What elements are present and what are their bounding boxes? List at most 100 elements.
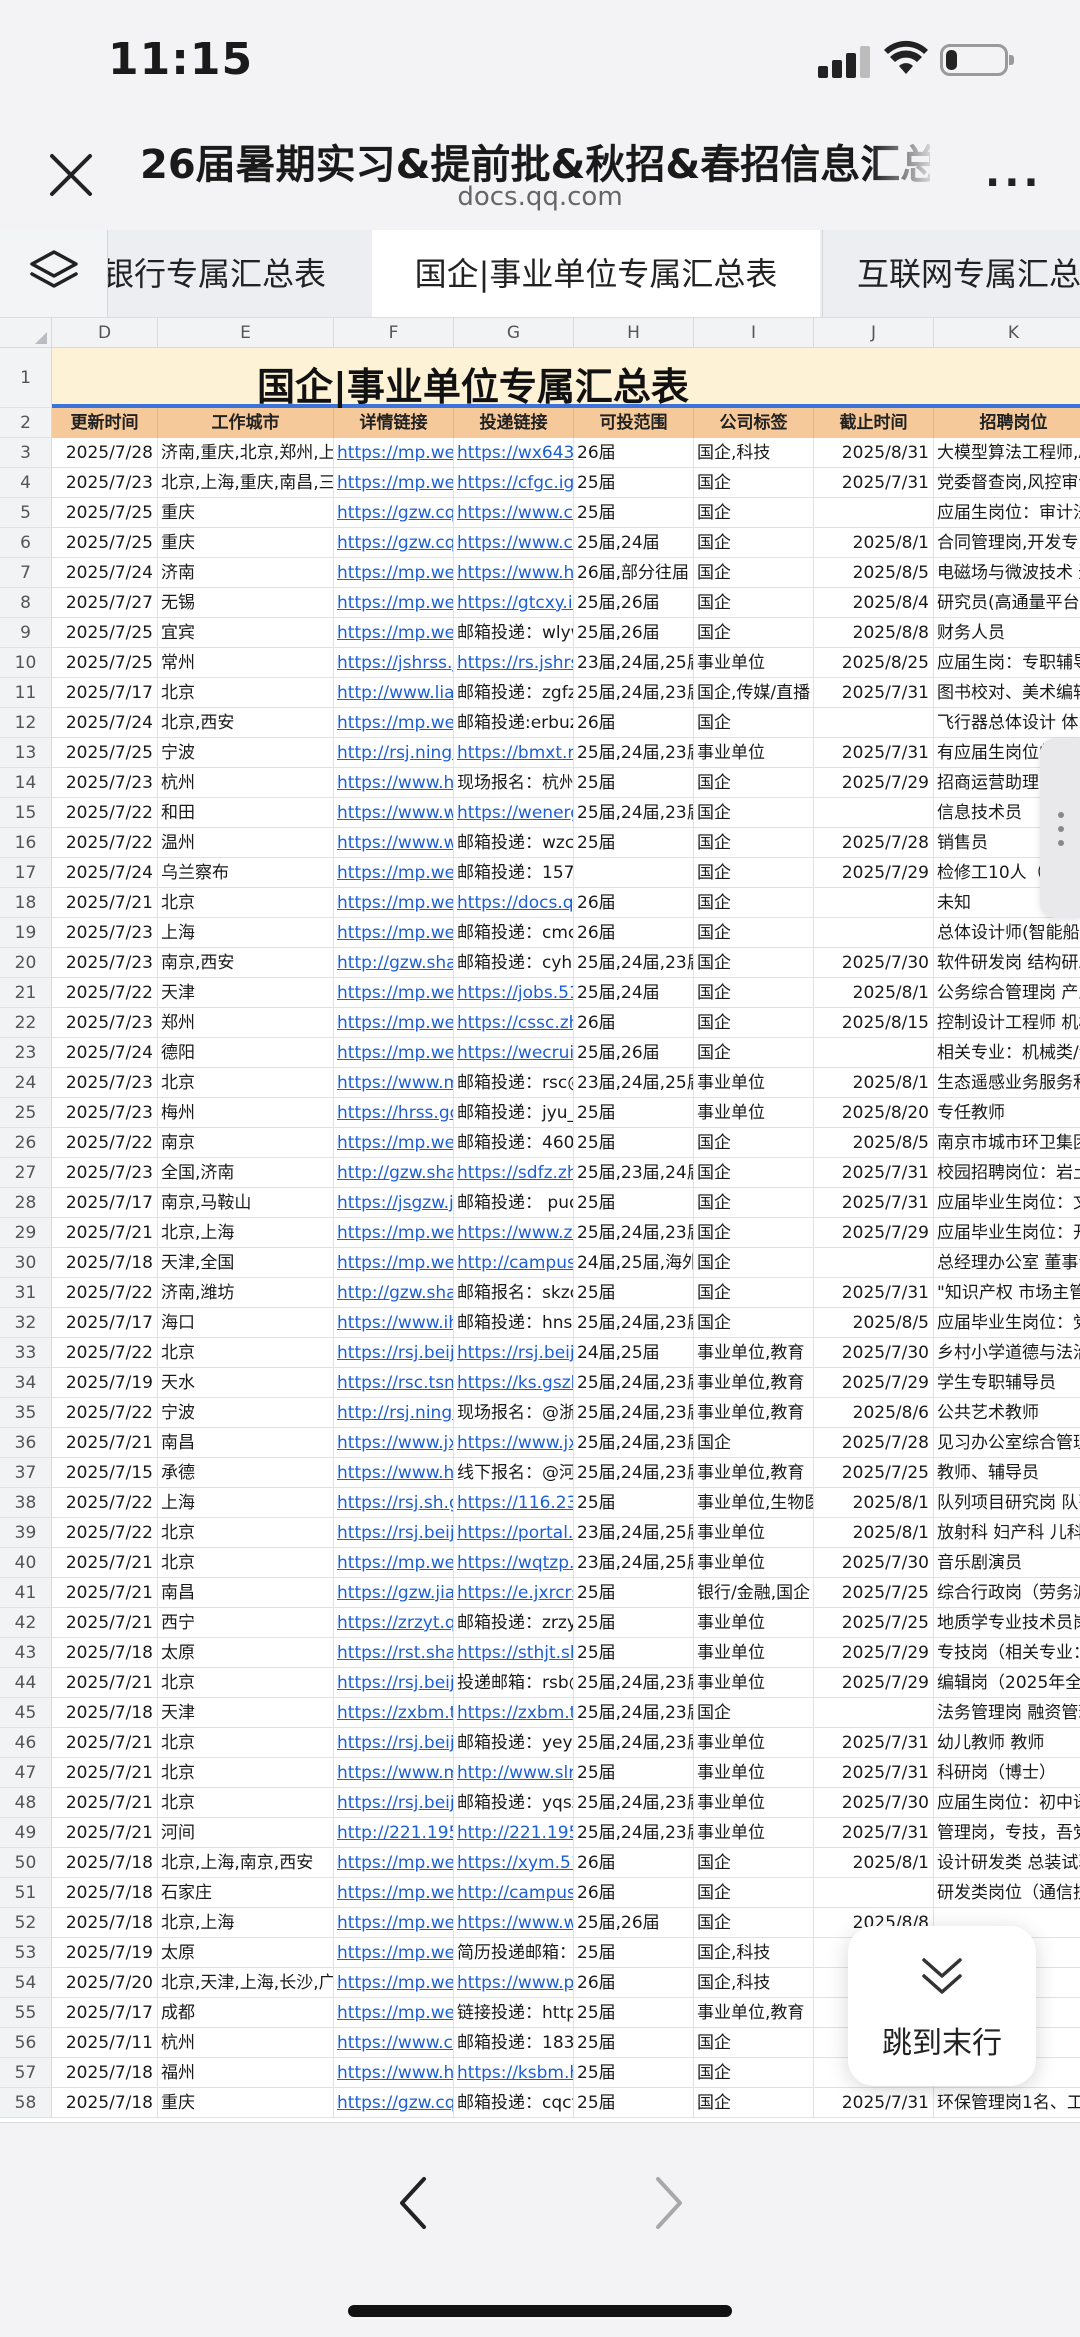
table-cell-deadline[interactable] xyxy=(814,1248,934,1278)
table-cell-apply[interactable]: https://jobs.51jo xyxy=(454,978,574,1008)
table-cell-detail[interactable]: https://www.cnc xyxy=(334,2028,454,2058)
header-cell[interactable]: 公司标签 xyxy=(694,408,814,438)
table-cell-deadline[interactable]: 2025/7/25 xyxy=(814,1578,934,1608)
table-cell-deadline[interactable]: 2025/8/5 xyxy=(814,558,934,588)
table-cell-city[interactable]: 成都 xyxy=(158,1998,334,2028)
table-row[interactable]: 2025/7/23郑州https://mp.weixinhttps://cssc… xyxy=(52,1008,1080,1038)
table-cell-range[interactable]: 25届 xyxy=(574,1638,694,1668)
row-number[interactable]: 2 xyxy=(0,408,52,438)
row-number[interactable]: 18 xyxy=(0,888,52,918)
table-cell-post[interactable]: 乡村小学道德与法治 xyxy=(934,1338,1080,1368)
table-cell-deadline[interactable]: 2025/7/31 xyxy=(814,1818,934,1848)
table-cell-detail[interactable]: https://www.mo xyxy=(334,1758,454,1788)
table-row[interactable]: 2025/7/22和田https://www.werhttps://wenerg… xyxy=(52,798,1080,828)
row-number[interactable]: 55 xyxy=(0,1998,52,2028)
table-cell-detail[interactable]: http://gzw.shan xyxy=(334,948,454,978)
table-cell-post[interactable]: 放射科 妇产科 儿科 xyxy=(934,1518,1080,1548)
row-number[interactable]: 20 xyxy=(0,948,52,978)
table-cell-tag[interactable]: 事业单位 xyxy=(694,1728,814,1758)
table-cell-city[interactable]: 重庆 xyxy=(158,2088,334,2118)
row-number[interactable]: 3 xyxy=(0,438,52,468)
table-cell-deadline[interactable]: 2025/7/29 xyxy=(814,1668,934,1698)
table-cell-detail[interactable]: https://www.mo xyxy=(334,1068,454,1098)
table-cell-tag[interactable]: 事业单位,教育 xyxy=(694,1998,814,2028)
table-row[interactable]: 2025/7/21南昌https://www.jxrchttps://www.j… xyxy=(52,1428,1080,1458)
row-number[interactable]: 42 xyxy=(0,1608,52,1638)
table-cell-range[interactable]: 25届 xyxy=(574,1998,694,2028)
table-cell-city[interactable]: 杭州 xyxy=(158,768,334,798)
table-cell-detail[interactable]: https://mp.weixin xyxy=(334,888,454,918)
table-cell-post[interactable]: 专技岗（相关专业： xyxy=(934,1638,1080,1668)
table-cell-deadline[interactable]: 2025/7/29 xyxy=(814,768,934,798)
table-row[interactable]: 2025/7/23上海https://mp.weixin邮箱投递：cmci26届… xyxy=(52,918,1080,948)
table-cell-city[interactable]: 济南,潍坊 xyxy=(158,1278,334,1308)
table-cell-apply[interactable]: https://www.phy xyxy=(454,1968,574,1998)
table-cell-city[interactable]: 常州 xyxy=(158,648,334,678)
table-row[interactable]: 2025/7/23南京,西安http://gzw.shan邮箱投递：cyhr25… xyxy=(52,948,1080,978)
row-number[interactable]: 22 xyxy=(0,1008,52,1038)
table-row[interactable]: 2025/7/23北京,上海,重庆,南昌,三明https://mp.weixin… xyxy=(52,468,1080,498)
table-cell-post[interactable]: 大模型算法工程师,AI xyxy=(934,438,1080,468)
table-cell-d[interactable]: 2025/7/22 xyxy=(52,1338,158,1368)
table-row[interactable]: 2025/7/22天津https://mp.weixinhttps://jobs… xyxy=(52,978,1080,1008)
table-cell-tag[interactable]: 国企 xyxy=(694,918,814,948)
table-cell-tag[interactable]: 事业单位 xyxy=(694,738,814,768)
table-cell-deadline[interactable]: 2025/7/29 xyxy=(814,1638,934,1668)
table-cell-detail[interactable]: http://gzw.shan xyxy=(334,1158,454,1188)
table-cell-d[interactable]: 2025/7/25 xyxy=(52,528,158,558)
table-cell-range[interactable]: 23届,24届,25届 xyxy=(574,1548,694,1578)
table-cell-city[interactable]: 北京,上海 xyxy=(158,1218,334,1248)
header-cell[interactable]: 工作城市 xyxy=(158,408,334,438)
table-cell-city[interactable]: 石家庄 xyxy=(158,1878,334,1908)
table-cell-apply[interactable]: 邮箱投递：1576719782@qq.com xyxy=(454,858,574,888)
table-cell-city[interactable]: 北京 xyxy=(158,1758,334,1788)
table-cell-city[interactable]: 北京,上海,南京,西安 xyxy=(158,1848,334,1878)
table-cell-post[interactable]: 应届毕业生岗位：文 xyxy=(934,1188,1080,1218)
table-cell-city[interactable]: 北京 xyxy=(158,1068,334,1098)
table-cell-city[interactable]: 宁波 xyxy=(158,1398,334,1428)
row-number[interactable]: 5 xyxy=(0,498,52,528)
table-cell-city[interactable]: 南京 xyxy=(158,1128,334,1158)
table-cell-post[interactable]: 财务人员 xyxy=(934,618,1080,648)
table-cell-range[interactable]: 25届 xyxy=(574,1938,694,1968)
row-number[interactable]: 58 xyxy=(0,2088,52,2118)
table-cell-detail[interactable]: https://www.wzo xyxy=(334,828,454,858)
table-cell-post[interactable]: 电磁场与微波技术 通 xyxy=(934,558,1080,588)
table-cell-detail[interactable]: https://www.jxrc xyxy=(334,1428,454,1458)
table-cell-range[interactable]: 25届 xyxy=(574,1278,694,1308)
table-cell-tag[interactable]: 事业单位 xyxy=(694,1638,814,1668)
table-cell-range[interactable]: 25届 xyxy=(574,2088,694,2118)
table-cell-tag[interactable]: 事业单位,生物医 xyxy=(694,1488,814,1518)
table-cell-city[interactable]: 温州 xyxy=(158,828,334,858)
table-cell-deadline[interactable]: 2025/7/25 xyxy=(814,1608,934,1638)
table-cell-range[interactable]: 25届,24届,23届 xyxy=(574,948,694,978)
table-cell-range[interactable]: 23届,24届,25届 xyxy=(574,1068,694,1098)
table-cell-deadline[interactable]: 2025/8/5 xyxy=(814,1128,934,1158)
table-cell-detail[interactable]: https://rst.shanx xyxy=(334,1638,454,1668)
table-cell-range[interactable]: 25届,24届,23届 xyxy=(574,1668,694,1698)
row-number[interactable]: 38 xyxy=(0,1488,52,1518)
table-cell-post[interactable]: 飞行器总体设计 体系 xyxy=(934,708,1080,738)
table-cell-d[interactable]: 2025/7/18 xyxy=(52,1638,158,1668)
table-cell-city[interactable]: 天津 xyxy=(158,978,334,1008)
table-cell-d[interactable]: 2025/7/23 xyxy=(52,918,158,948)
table-cell-tag[interactable]: 国企,科技 xyxy=(694,438,814,468)
table-row[interactable]: 2025/7/24济南https://mp.weixinhttps://www.… xyxy=(52,558,1080,588)
table-cell-tag[interactable]: 国企 xyxy=(694,888,814,918)
table-cell-deadline[interactable] xyxy=(814,498,934,528)
table-cell-tag[interactable]: 国企 xyxy=(694,558,814,588)
table-cell-range[interactable]: 26届 xyxy=(574,708,694,738)
table-cell-detail[interactable]: https://mp.weixin xyxy=(334,1548,454,1578)
table-cell-d[interactable]: 2025/7/21 xyxy=(52,1668,158,1698)
table-cell-deadline[interactable]: 2025/7/28 xyxy=(814,1428,934,1458)
table-cell-deadline[interactable] xyxy=(814,918,934,948)
table-cell-city[interactable]: 北京,上海,重庆,南昌,三明 xyxy=(158,468,334,498)
table-cell-apply[interactable]: 现场报名：杭州 xyxy=(454,768,574,798)
table-cell-deadline[interactable]: 2025/8/1 xyxy=(814,1518,934,1548)
table-row[interactable]: 2025/7/21北京,上海https://mp.weixinhttps://w… xyxy=(52,1218,1080,1248)
table-cell-tag[interactable]: 国企 xyxy=(694,1278,814,1308)
table-cell-apply[interactable]: http://www.slrsk xyxy=(454,1758,574,1788)
table-cell-detail[interactable]: https://mp.weixin xyxy=(334,1908,454,1938)
table-cell-range[interactable]: 26届 xyxy=(574,1968,694,1998)
table-cell-tag[interactable]: 国企,科技 xyxy=(694,1968,814,1998)
